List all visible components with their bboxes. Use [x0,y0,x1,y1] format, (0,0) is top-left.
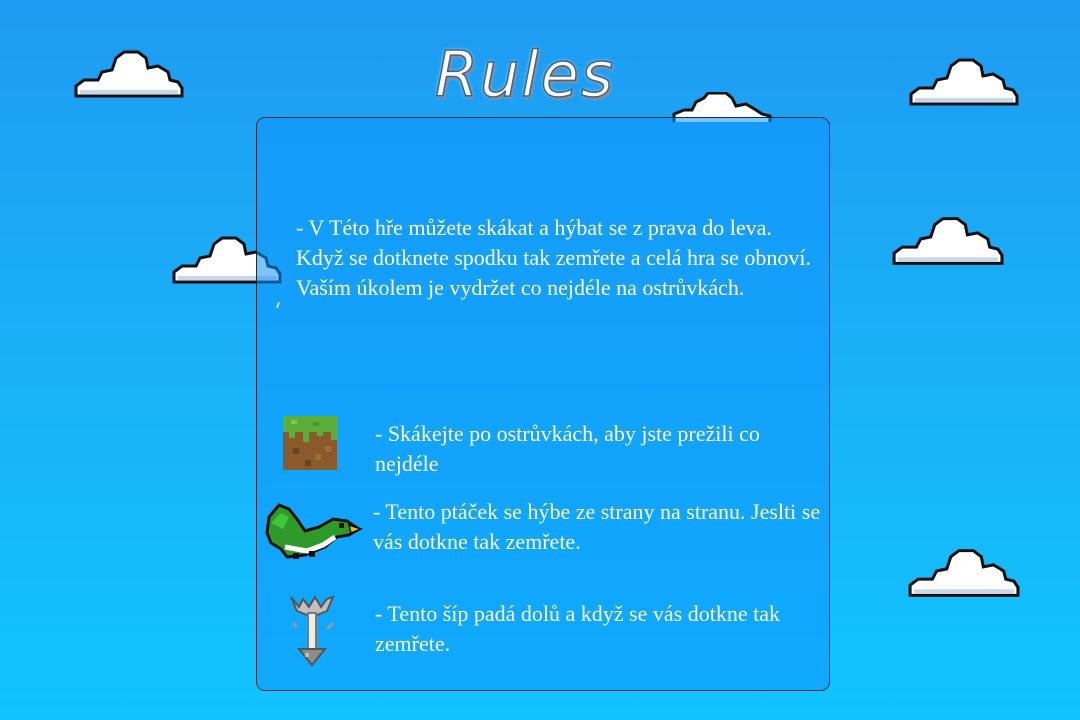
decor-mark [276,301,280,309]
rules-panel: - V Této hře můžete skákat a hýbat se z … [256,117,830,691]
rules-intro-text: - V Této hře můžete skákat a hýbat se z … [296,215,811,300]
grass-block-icon [283,416,337,470]
rule-text-island: - Skákejte po ostrůvkách, aby jste preži… [375,421,760,476]
cloud-icon [908,549,1020,597]
falling-arrow-icon [290,595,335,667]
rule-text-bird: - Tento ptáček se hýbe ze strany na stra… [373,499,821,554]
green-bird-icon [265,503,363,559]
cloud-icon [892,217,1004,265]
page-title: Rules [434,37,616,112]
rule-text-arrow: - Tento šíp padá dolů a když se vás dotk… [375,601,780,656]
